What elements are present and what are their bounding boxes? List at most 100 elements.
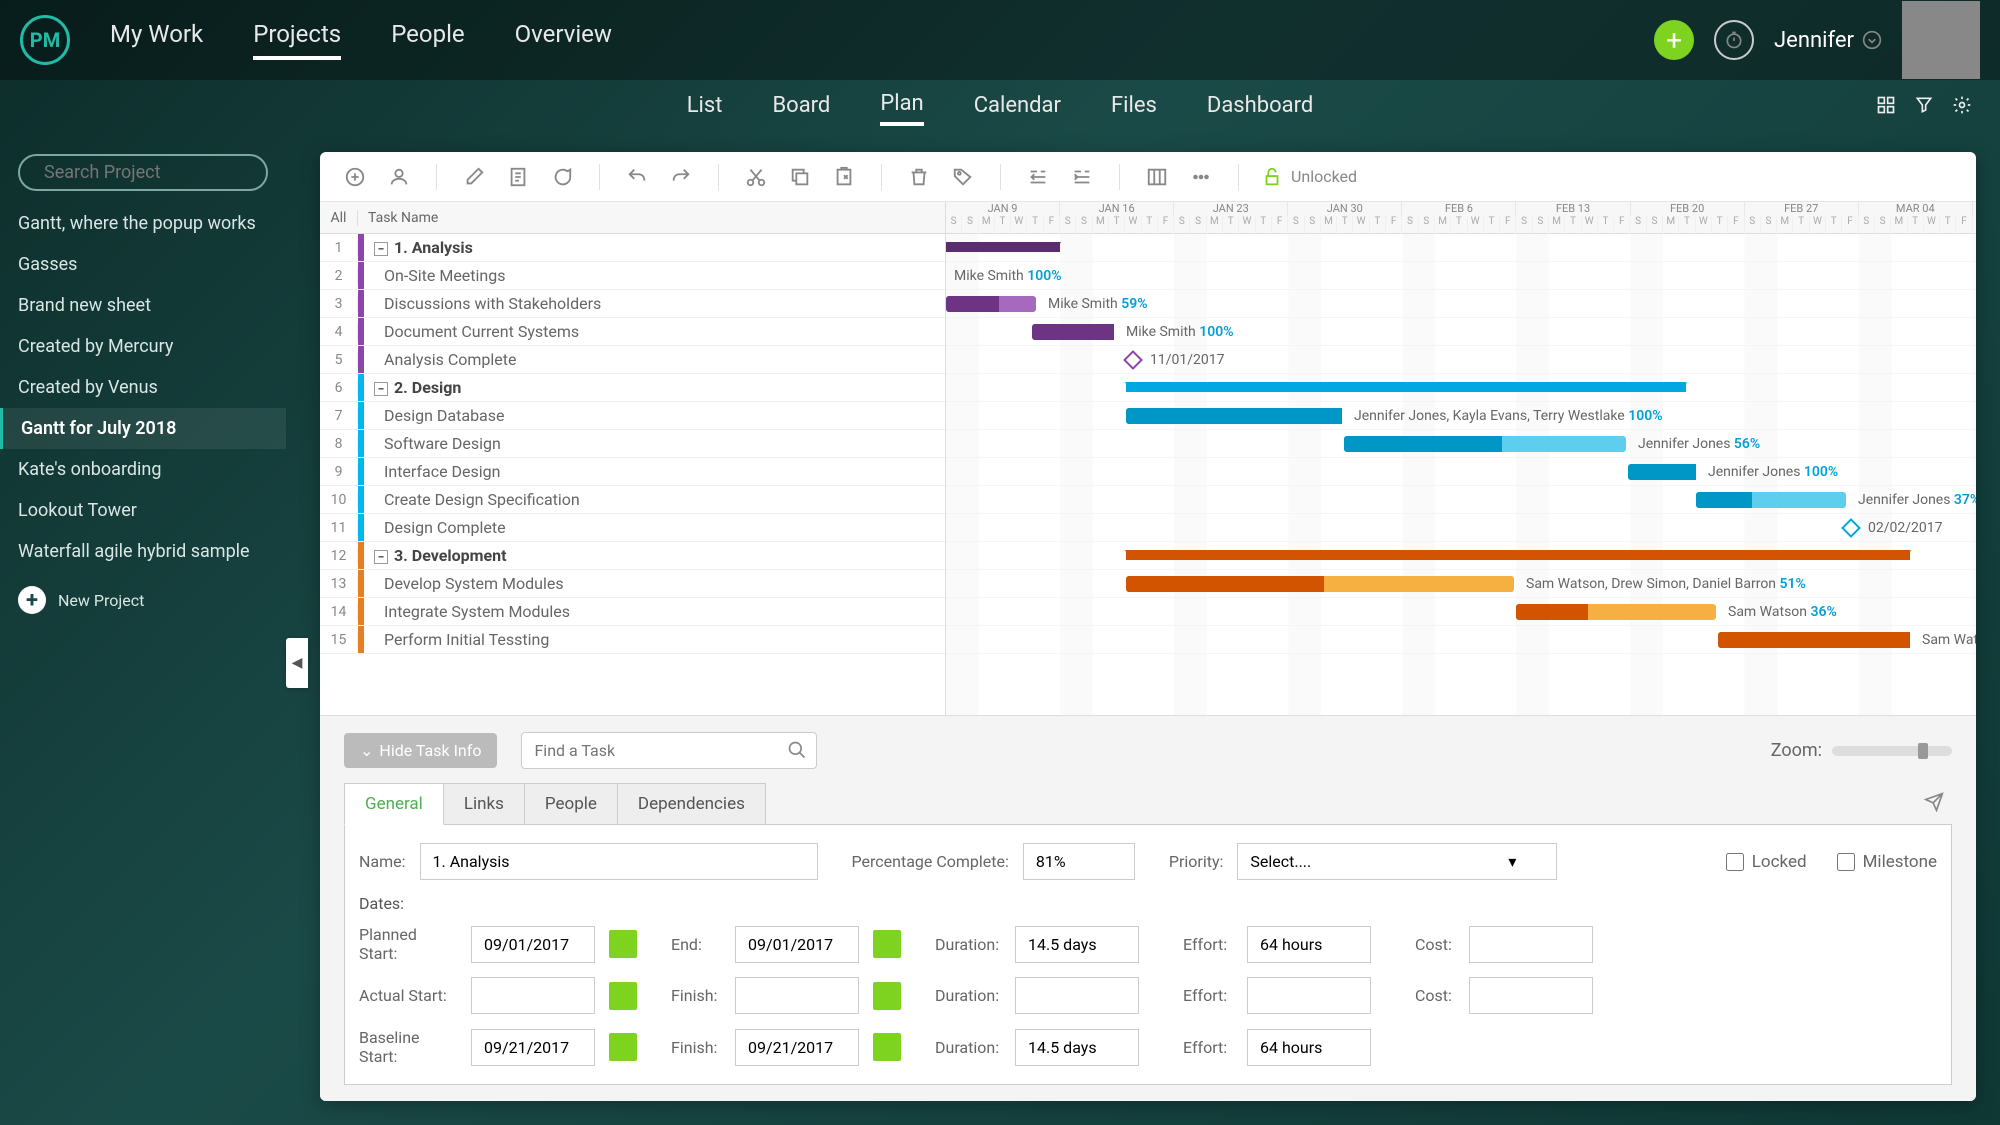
select-all[interactable]: All — [320, 210, 358, 226]
end-input[interactable] — [735, 926, 859, 963]
tab-general[interactable]: General — [344, 783, 444, 825]
actual-start-input[interactable] — [471, 977, 595, 1014]
undo-icon[interactable] — [622, 162, 652, 192]
baseline-finish-input[interactable] — [735, 1029, 859, 1066]
filter-icon[interactable] — [1914, 95, 1934, 121]
tab-people[interactable]: People — [524, 783, 618, 824]
task-row[interactable]: 11Design Complete — [320, 514, 945, 542]
paste-icon[interactable] — [829, 162, 859, 192]
search-project[interactable] — [18, 154, 268, 191]
nav-projects[interactable]: Projects — [253, 20, 341, 60]
notes-icon[interactable] — [503, 162, 533, 192]
project-item[interactable]: Gasses — [18, 244, 268, 285]
finish-input[interactable] — [735, 977, 859, 1014]
comment-icon[interactable] — [547, 162, 577, 192]
baseline-start-input[interactable] — [471, 1029, 595, 1066]
grid-view-icon[interactable] — [1876, 95, 1896, 121]
nav-my-work[interactable]: My Work — [110, 20, 203, 60]
task-row[interactable]: 4Document Current Systems — [320, 318, 945, 346]
send-icon[interactable] — [1924, 790, 1952, 818]
task-row[interactable]: 9Interface Design — [320, 458, 945, 486]
tag-icon[interactable] — [948, 162, 978, 192]
task-row[interactable]: 1−1. Analysis — [320, 234, 945, 262]
task-row[interactable]: 14Integrate System Modules — [320, 598, 945, 626]
task-row[interactable]: 3Discussions with Stakeholders — [320, 290, 945, 318]
collapse-sidebar[interactable]: ◀ — [286, 638, 308, 688]
search-icon[interactable] — [787, 740, 807, 764]
nav-people[interactable]: People — [391, 20, 464, 60]
pct-input[interactable] — [1023, 843, 1135, 880]
baseline-duration-input[interactable] — [1015, 1029, 1139, 1066]
calendar-icon[interactable] — [609, 982, 637, 1010]
duration-label: Duration: — [935, 986, 1001, 1005]
timer-button[interactable] — [1714, 20, 1754, 60]
project-item[interactable]: Gantt, where the popup works — [18, 203, 268, 244]
calendar-icon[interactable] — [873, 930, 901, 958]
planned-start-input[interactable] — [471, 926, 595, 963]
tab-files[interactable]: Files — [1111, 93, 1157, 124]
calendar-icon[interactable] — [873, 1033, 901, 1061]
calendar-icon[interactable] — [609, 930, 637, 958]
duration-input[interactable] — [1015, 977, 1139, 1014]
project-item[interactable]: Created by Venus — [18, 367, 268, 408]
hide-task-info-button[interactable]: ⌄Hide Task Info — [344, 733, 497, 768]
delete-icon[interactable] — [904, 162, 934, 192]
nav-overview[interactable]: Overview — [515, 20, 612, 60]
tab-plan[interactable]: Plan — [880, 91, 923, 126]
task-row[interactable]: 13Develop System Modules — [320, 570, 945, 598]
find-task-input[interactable] — [521, 732, 817, 769]
milestone-checkbox[interactable]: Milestone — [1837, 852, 1937, 872]
more-icon[interactable] — [1186, 162, 1216, 192]
task-row[interactable]: 5Analysis Complete — [320, 346, 945, 374]
edit-icon[interactable] — [459, 162, 489, 192]
task-row[interactable]: 8Software Design — [320, 430, 945, 458]
project-item[interactable]: Waterfall agile hybrid sample — [18, 531, 268, 572]
tab-board[interactable]: Board — [772, 93, 830, 124]
search-input[interactable] — [44, 162, 272, 183]
project-item[interactable]: Lookout Tower — [18, 490, 268, 531]
project-item[interactable]: Gantt for July 2018 — [0, 408, 286, 449]
logo[interactable]: PM — [20, 15, 70, 65]
cost-input[interactable] — [1469, 926, 1593, 963]
task-row[interactable]: 2On-Site Meetings — [320, 262, 945, 290]
effort-input[interactable] — [1247, 977, 1371, 1014]
task-row[interactable]: 15Perform Initial Tessting — [320, 626, 945, 654]
settings-icon[interactable] — [1952, 95, 1972, 121]
add-task-icon[interactable] — [340, 162, 370, 192]
tab-calendar[interactable]: Calendar — [974, 93, 1061, 124]
cut-icon[interactable] — [741, 162, 771, 192]
project-item[interactable]: Brand new sheet — [18, 285, 268, 326]
task-row[interactable]: 7Design Database — [320, 402, 945, 430]
locked-checkbox[interactable]: Locked — [1726, 852, 1807, 872]
calendar-icon[interactable] — [609, 1033, 637, 1061]
lock-status[interactable]: Unlocked — [1261, 166, 1357, 188]
redo-icon[interactable] — [666, 162, 696, 192]
indent-icon[interactable] — [1067, 162, 1097, 192]
calendar-icon[interactable] — [873, 982, 901, 1010]
task-row[interactable]: 12−3. Development — [320, 542, 945, 570]
task-row[interactable]: 6−2. Design — [320, 374, 945, 402]
project-item[interactable]: Created by Mercury — [18, 326, 268, 367]
tab-dependencies[interactable]: Dependencies — [617, 783, 766, 824]
outdent-icon[interactable] — [1023, 162, 1053, 192]
tab-links[interactable]: Links — [443, 783, 525, 824]
tab-list[interactable]: List — [687, 93, 723, 124]
duration-input[interactable] — [1015, 926, 1139, 963]
cost-input[interactable] — [1469, 977, 1593, 1014]
effort-input[interactable] — [1247, 926, 1371, 963]
user-menu[interactable]: Jennifer — [1774, 28, 1882, 53]
priority-select[interactable]: Select....▾ — [1237, 843, 1557, 880]
copy-icon[interactable] — [785, 162, 815, 192]
gantt-chart[interactable]: JAN 9JAN 16JAN 23JAN 30FEB 6FEB 13FEB 20… — [946, 202, 1976, 715]
columns-icon[interactable] — [1142, 162, 1172, 192]
name-input[interactable] — [420, 843, 818, 880]
task-row[interactable]: 10Create Design Specification — [320, 486, 945, 514]
avatar[interactable] — [1902, 1, 1980, 79]
tab-dashboard[interactable]: Dashboard — [1207, 93, 1313, 124]
baseline-effort-input[interactable] — [1247, 1029, 1371, 1066]
add-button[interactable]: + — [1654, 20, 1694, 60]
assign-user-icon[interactable] — [384, 162, 414, 192]
project-item[interactable]: Kate's onboarding — [18, 449, 268, 490]
zoom-slider[interactable] — [1832, 746, 1952, 756]
new-project-button[interactable]: + New Project — [18, 586, 268, 614]
